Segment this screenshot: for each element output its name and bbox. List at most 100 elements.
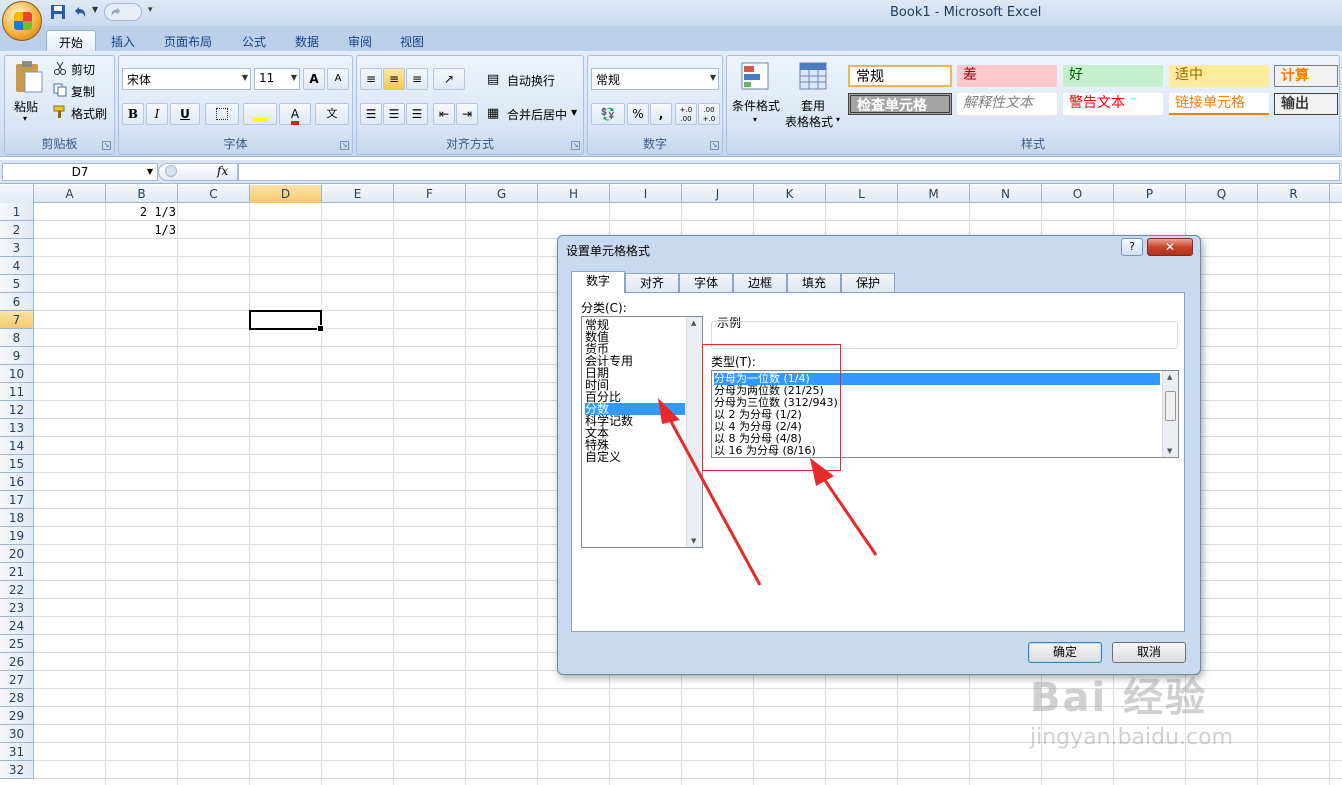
tab-home[interactable]: 开始 (46, 30, 97, 51)
format-as-table-button[interactable]: 表格格式 (785, 113, 833, 130)
shrink-font-button[interactable]: A (327, 68, 349, 90)
row-header-3[interactable]: 3 (0, 239, 34, 257)
number-launcher-icon[interactable]: ↘ (710, 141, 719, 150)
row-header-13[interactable]: 13 (0, 419, 34, 437)
conditional-format-button[interactable]: 条件格式 (732, 97, 780, 114)
row-header-15[interactable]: 15 (0, 455, 34, 473)
font-size-select[interactable]: 11 ▼ (254, 68, 300, 90)
column-header-J[interactable]: J (682, 185, 754, 203)
style-calculation[interactable]: 计算 (1274, 65, 1338, 87)
style-warning[interactable]: 警告文本 (1063, 93, 1163, 115)
ok-button[interactable]: 确定 (1028, 642, 1102, 663)
column-header-I[interactable]: I (610, 185, 682, 203)
office-button[interactable] (2, 1, 42, 41)
column-header-R[interactable]: R (1258, 185, 1330, 203)
column-header-E[interactable]: E (322, 185, 394, 203)
cell-B1[interactable]: 2 1/3 (106, 203, 176, 221)
row-header-31[interactable]: 31 (0, 743, 34, 761)
paste-dropdown-icon[interactable]: ▾ (23, 114, 27, 123)
name-box[interactable]: D7 ▼ (2, 163, 158, 181)
column-header-K[interactable]: K (754, 185, 826, 203)
increase-decimal-button[interactable]: +.0 .00 (675, 103, 697, 125)
tab-review[interactable]: 审阅 (336, 30, 384, 51)
row-header-25[interactable]: 25 (0, 635, 34, 653)
formula-input[interactable] (238, 163, 1340, 181)
comma-button[interactable]: , (650, 103, 672, 125)
row-header-5[interactable]: 5 (0, 275, 34, 293)
save-icon[interactable] (50, 4, 66, 20)
percent-button[interactable]: % (627, 103, 649, 125)
style-normal[interactable]: 常规 (848, 65, 952, 87)
row-header-7[interactable]: 7 (0, 311, 34, 329)
column-header-C[interactable]: C (178, 185, 250, 203)
row-header-17[interactable]: 17 (0, 491, 34, 509)
font-launcher-icon[interactable]: ↘ (340, 141, 349, 150)
row-header-32[interactable]: 32 (0, 761, 34, 779)
scroll-up-icon[interactable]: ▲ (1167, 373, 1172, 381)
wrap-text-button[interactable]: 自动换行 (507, 72, 555, 89)
grow-font-button[interactable]: A (303, 68, 325, 90)
format-as-table-label[interactable]: 套用 (801, 97, 825, 114)
table-dropdown-icon[interactable]: ▾ (836, 115, 840, 124)
type-scrollbar[interactable]: ▲ ▼ (1162, 371, 1178, 457)
orientation-button[interactable]: ↗ (433, 68, 465, 90)
undo-dropdown-icon[interactable]: ▼ (92, 5, 98, 14)
column-header-Q[interactable]: Q (1186, 185, 1258, 203)
style-bad[interactable]: 差 (957, 65, 1057, 87)
scroll-up-icon[interactable]: ▲ (691, 319, 696, 327)
dialog-tab-number[interactable]: 数字 (571, 271, 625, 293)
scroll-down-icon[interactable]: ▼ (1167, 447, 1172, 455)
dialog-tab-border[interactable]: 边框 (733, 273, 787, 293)
column-header-G[interactable]: G (466, 185, 538, 203)
row-header-23[interactable]: 23 (0, 599, 34, 617)
column-header-N[interactable]: N (970, 185, 1042, 203)
name-box-dropdown-icon[interactable]: ▼ (147, 164, 153, 180)
dialog-tab-protection[interactable]: 保护 (841, 273, 895, 293)
accounting-format-button[interactable]: 💱 (591, 103, 625, 125)
row-header-14[interactable]: 14 (0, 437, 34, 455)
merge-dropdown-icon[interactable]: ▼ (571, 108, 577, 117)
tab-page-layout[interactable]: 页面布局 (152, 30, 224, 51)
row-header-29[interactable]: 29 (0, 707, 34, 725)
increase-indent-button[interactable]: ⇥ (456, 103, 478, 125)
row-header-10[interactable]: 10 (0, 365, 34, 383)
column-header-D[interactable]: D (250, 185, 322, 203)
align-bottom-button[interactable]: ≡ (406, 68, 428, 90)
tab-insert[interactable]: 插入 (99, 30, 147, 51)
style-linked-cell[interactable]: 链接单元格 (1169, 93, 1269, 115)
scroll-thumb[interactable] (1165, 391, 1176, 421)
tab-formulas[interactable]: 公式 (230, 30, 278, 51)
style-check-cell[interactable]: 检查单元格 (848, 93, 952, 115)
insert-function-icon[interactable]: fx (217, 164, 228, 178)
style-good[interactable]: 好 (1063, 65, 1163, 87)
column-header-B[interactable]: B (106, 185, 178, 203)
cell-B2[interactable]: 1/3 (106, 221, 176, 239)
help-icon[interactable]: ? (1121, 238, 1143, 256)
tab-view[interactable]: 视图 (388, 30, 436, 51)
row-header-18[interactable]: 18 (0, 509, 34, 527)
undo-icon[interactable] (72, 4, 88, 20)
row-header-22[interactable]: 22 (0, 581, 34, 599)
row-header-30[interactable]: 30 (0, 725, 34, 743)
row-header-21[interactable]: 21 (0, 563, 34, 581)
row-header-11[interactable]: 11 (0, 383, 34, 401)
row-header-6[interactable]: 6 (0, 293, 34, 311)
align-left-button[interactable]: ☰ (360, 103, 382, 125)
style-neutral[interactable]: 适中 (1169, 65, 1269, 87)
bold-button[interactable]: B (122, 103, 144, 125)
font-name-select[interactable]: 宋体 ▼ (122, 68, 251, 90)
row-header-2[interactable]: 2 (0, 221, 34, 239)
underline-button[interactable]: U (170, 103, 200, 125)
paste-icon[interactable] (13, 60, 45, 94)
row-header-28[interactable]: 28 (0, 689, 34, 707)
customize-qat-icon[interactable]: ▾ (148, 5, 153, 15)
cancel-button[interactable]: 取消 (1112, 642, 1186, 663)
format-painter-button[interactable]: 格式刷 (71, 105, 107, 122)
column-header-L[interactable]: L (826, 185, 898, 203)
row-header-9[interactable]: 9 (0, 347, 34, 365)
column-header-O[interactable]: O (1042, 185, 1114, 203)
dialog-tab-fill[interactable]: 填充 (787, 273, 841, 293)
number-format-select[interactable]: 常规 ▼ (591, 68, 719, 90)
align-center-button[interactable]: ☰ (383, 103, 405, 125)
italic-button[interactable]: I (146, 103, 168, 125)
